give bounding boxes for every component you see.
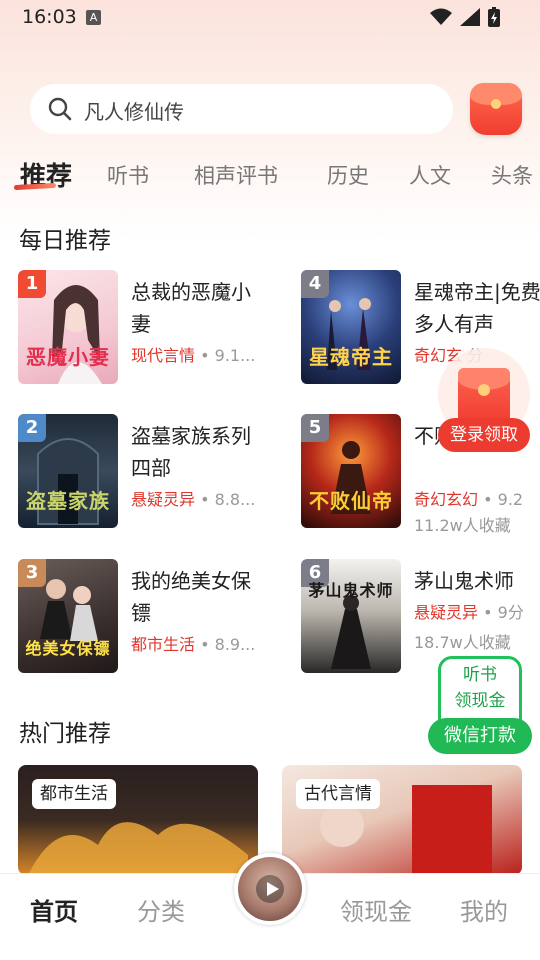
hot-card-tag: 都市生活 (32, 779, 116, 809)
cover-title: 星魂帝主 (309, 345, 393, 369)
status-time: 16:03 (22, 6, 77, 28)
wechat-pay-button[interactable]: 微信打款 (428, 718, 532, 754)
nav-category[interactable]: 分类 (137, 892, 185, 927)
book-cover: 4 星魂帝主 (301, 270, 401, 384)
status-icons (430, 7, 500, 27)
book-category: 现代言情 (131, 346, 196, 365)
book-category: 悬疑灵异 (414, 603, 479, 622)
cover-title: 不败仙帝 (309, 489, 393, 513)
tab-crosstalk[interactable]: 相声评书 (194, 160, 278, 190)
notification-icon: A (86, 10, 101, 25)
book-item[interactable]: 3 绝美女保镖 我的绝美女保镖 都市生活 • 8.9... (18, 559, 268, 675)
book-score: 8.9... (214, 635, 256, 654)
book-name: 茅山鬼术师 (414, 569, 514, 593)
book-score: 9分 (497, 603, 524, 622)
section-title-hot: 热门推荐 (19, 721, 111, 747)
book-name: 盗墓家族系列四部 (131, 424, 251, 480)
tab-history[interactable]: 历史 (327, 160, 369, 190)
login-reward-float[interactable]: 登录领取 (438, 348, 530, 452)
nav-mine[interactable]: 我的 (460, 892, 508, 927)
separator-dot: • (200, 490, 210, 509)
book-item[interactable]: 1 恶魔小妻 总裁的恶魔小妻 现代言情 • 9.1... (18, 270, 268, 386)
status-bar: 16:03 A (0, 0, 540, 34)
login-claim-button[interactable]: 登录领取 (438, 418, 530, 452)
cover-title: 盗墓家族 (26, 489, 110, 513)
battery-icon (488, 7, 500, 27)
rank-badge: 1 (18, 270, 46, 298)
hot-card[interactable]: 都市生活 (18, 765, 258, 875)
tab-headlines[interactable]: 头条 (491, 160, 533, 190)
signal-icon (460, 8, 480, 26)
book-favorites: 11.2w人收藏 (414, 516, 511, 535)
rank-badge: 2 (18, 414, 46, 442)
tab-humanities[interactable]: 人文 (409, 160, 451, 190)
book-favorites: 18.7w人收藏 (414, 633, 511, 652)
play-icon (267, 882, 279, 896)
cover-title: 茅山鬼术师 (308, 581, 394, 600)
listen-cash-widget[interactable]: 听书 领现金 微信打款 (428, 656, 532, 756)
separator-dot: • (200, 346, 210, 365)
book-meta: 悬疑灵异 • 9分 (414, 599, 540, 623)
book-category: 都市生活 (131, 635, 196, 654)
rank-badge: 5 (301, 414, 329, 442)
separator-dot: • (200, 635, 210, 654)
rank-badge: 4 (301, 270, 329, 298)
search-icon (48, 97, 72, 121)
separator-dot: • (483, 490, 493, 509)
hot-card-tag: 古代言情 (296, 779, 380, 809)
separator-dot: • (483, 603, 493, 622)
book-meta: 现代言情 • 9.1... (131, 342, 268, 366)
cash-widget-label: 听书 领现金 (438, 662, 522, 714)
cash-widget-line1: 听书 (463, 665, 497, 685)
cover-title: 绝美女保镖 (25, 639, 111, 658)
book-meta: 奇幻玄幻 • 9.2 (414, 486, 540, 510)
book-name: 总裁的恶魔小妻 (131, 280, 251, 336)
book-category: 奇幻玄幻 (414, 490, 479, 509)
search-input[interactable]: 凡人修仙传 (30, 84, 453, 134)
book-name: 我的绝美女保镖 (131, 569, 251, 625)
book-category: 悬疑灵异 (131, 490, 196, 509)
book-meta: 都市生活 • 8.9... (131, 631, 268, 655)
section-title-daily: 每日推荐 (19, 228, 111, 254)
book-score: 8.8... (214, 490, 256, 509)
center-play-button[interactable] (234, 853, 306, 925)
book-meta: 悬疑灵异 • 8.8... (131, 486, 268, 510)
tab-listen[interactable]: 听书 (107, 160, 149, 190)
nav-cash[interactable]: 领现金 (340, 892, 412, 927)
wifi-icon (430, 8, 452, 25)
cover-title: 恶魔小妻 (26, 345, 110, 369)
book-cover: 6 茅山鬼术师 (301, 559, 401, 673)
book-cover: 3 绝美女保镖 (18, 559, 118, 673)
category-tabs: 推荐 听书 相声评书 历史 人文 头条 (0, 156, 540, 196)
cash-widget-line2: 领现金 (454, 691, 506, 711)
hot-card[interactable]: 古代言情 (282, 765, 522, 875)
book-score: 9.2 (497, 490, 524, 509)
book-cover: 1 恶魔小妻 (18, 270, 118, 384)
book-item[interactable]: 2 盗墓家族 盗墓家族系列四部 悬疑灵异 • 8.8... (18, 414, 268, 530)
search-placeholder: 凡人修仙传 (84, 100, 184, 124)
book-cover: 5 不败仙帝 (301, 414, 401, 528)
red-envelope-button[interactable] (470, 83, 522, 135)
book-score: 9.1... (214, 346, 256, 365)
rank-badge: 3 (18, 559, 46, 587)
nav-home[interactable]: 首页 (30, 892, 78, 927)
book-name: 星魂帝主|免费多人有声 (414, 280, 540, 336)
book-cover: 2 盗墓家族 (18, 414, 118, 528)
